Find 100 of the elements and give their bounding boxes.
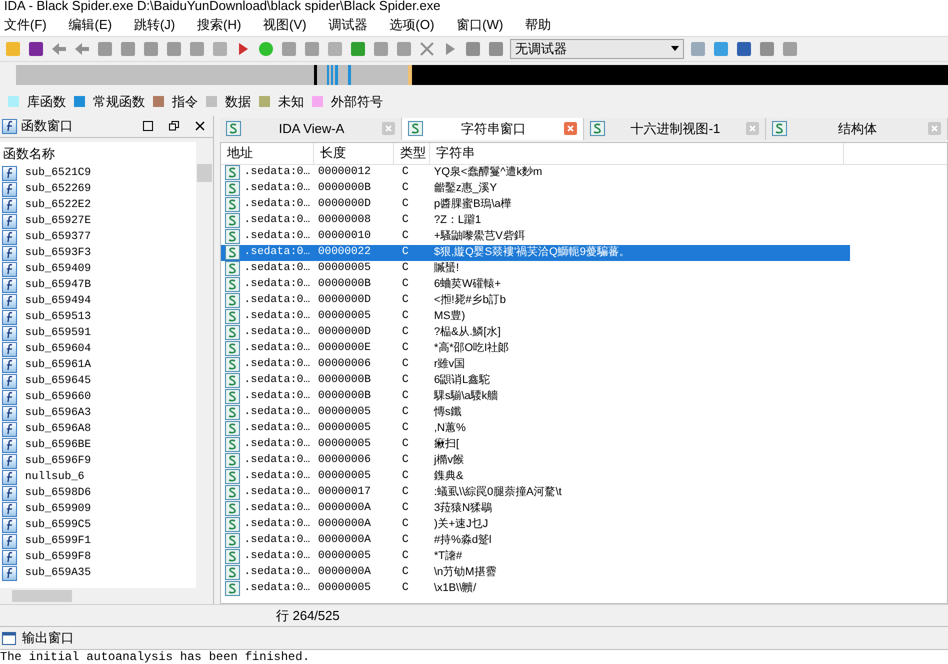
status-text: 行 264/525 — [276, 606, 340, 625]
menu-item[interactable]: 文件(F) — [4, 15, 47, 35]
function-item[interactable]: sub_659513 — [0, 310, 196, 326]
function-item[interactable]: sub_659660 — [0, 390, 196, 406]
table-row[interactable]: .sedata:0… 00000005 C *T譇# — [221, 548, 850, 565]
table-row[interactable]: .sedata:0… 0000000A C \n芀劬M揕霫 — [221, 564, 850, 581]
panel-title: 输出窗口 — [22, 629, 74, 648]
tab-close-icon[interactable] — [928, 122, 941, 136]
function-item[interactable]: sub_6596A8 — [0, 422, 196, 438]
string-icon — [225, 197, 240, 212]
table-row[interactable]: .sedata:0… 00000022 C $狠,嫙Q婴S燚褸'禍芺洽Q鰤軛9薆騙蕃。 — [221, 244, 850, 261]
table-row[interactable]: .sedata:0… 00000005 C 贓蜑! — [221, 260, 850, 277]
restore-icon[interactable] — [169, 121, 179, 132]
function-item[interactable]: sub_65947B — [0, 278, 196, 294]
tab[interactable]: 十六进制视图-1 — [584, 118, 766, 140]
string-icon — [225, 357, 240, 372]
tab-close-icon[interactable] — [564, 122, 577, 136]
function-item[interactable]: sub_659494 — [0, 294, 196, 310]
string-icon — [225, 261, 240, 276]
function-item[interactable]: sub_6599F8 — [0, 550, 196, 566]
table-row[interactable]: .sedata:0… 00000005 C MS豊) — [221, 308, 850, 325]
table-row[interactable]: .sedata:0… 0000000B C 龤鑿z惠_溪Y — [221, 180, 850, 197]
function-item[interactable]: sub_659604 — [0, 342, 196, 358]
navigation-band[interactable] — [16, 64, 948, 85]
table-row[interactable]: .sedata:0… 0000000D C <搄!毙#乡b訂b — [221, 292, 850, 309]
menu-item[interactable]: 编辑(E) — [68, 15, 112, 35]
column-header[interactable]: 地址 — [221, 142, 314, 164]
function-item[interactable]: sub_6599F1 — [0, 534, 196, 550]
function-item[interactable]: sub_6596BE — [0, 438, 196, 454]
function-item[interactable]: sub_659591 — [0, 326, 196, 342]
function-item[interactable]: sub_65927E — [0, 214, 196, 230]
close-icon[interactable] — [195, 121, 205, 132]
legend-label: 外部符号 — [331, 92, 383, 111]
table-row[interactable]: .sedata:0… 0000000D C ?榀&从.鱗[水] — [221, 324, 850, 341]
string-icon — [225, 469, 240, 484]
function-icon — [2, 182, 17, 198]
function-item[interactable]: sub_6599C5 — [0, 518, 196, 534]
table-row[interactable]: .sedata:0… 00000010 C +騷鼬嚟鱟芑V砦鉺 — [221, 228, 850, 245]
tab[interactable]: 字符串窗口 — [402, 118, 584, 140]
table-row[interactable]: .sedata:0… 00000005 C 慱s鑯 — [221, 404, 850, 421]
function-item[interactable]: sub_6596F9 — [0, 454, 196, 470]
function-item[interactable]: sub_6596A3 — [0, 406, 196, 422]
menu-item[interactable]: 视图(V) — [263, 15, 307, 35]
table-row[interactable]: .sedata:0… 0000000A C #持%淼d蹵l — [221, 532, 850, 549]
menu-item[interactable]: 搜索(H) — [197, 15, 242, 35]
tab[interactable]: 结构体 — [766, 118, 948, 140]
string-icon — [225, 325, 240, 340]
string-icon — [225, 581, 240, 596]
table-row[interactable]: .sedata:0… 00000005 C 鏶典& — [221, 468, 850, 485]
column-header[interactable]: 长度 — [314, 142, 394, 164]
function-icon — [2, 310, 17, 326]
function-item[interactable]: nullsub_6 — [0, 470, 196, 486]
column-header[interactable]: 函数名称 — [0, 142, 196, 166]
function-icon — [2, 422, 17, 438]
debugger-dropdown[interactable]: 无调试器 — [510, 38, 684, 59]
function-item[interactable]: sub_652269 — [0, 182, 196, 198]
circle-icon[interactable] — [257, 40, 275, 58]
menu-item[interactable]: 窗口(W) — [456, 15, 504, 35]
function-item[interactable]: sub_659645 — [0, 374, 196, 390]
table-row[interactable]: .sedata:0… 0000000B C 6蛐荬W礶轅+ — [221, 276, 850, 293]
table-row[interactable]: .sedata:0… 00000006 C r雖v国 — [221, 356, 850, 373]
table-row[interactable]: .sedata:0… 00000005 C 瘷扫[ — [221, 436, 850, 453]
tab-close-icon[interactable] — [382, 122, 395, 136]
function-item[interactable]: sub_659A35 — [0, 566, 196, 582]
column-header[interactable]: 类型 — [394, 142, 430, 164]
table-row[interactable]: .sedata:0… 0000000B C 6鼰诮L鑫駝 — [221, 372, 850, 389]
table-row[interactable]: .sedata:0… 00000005 C \x1B\\贕/ — [221, 580, 850, 597]
function-item[interactable]: sub_6522E2 — [0, 198, 196, 214]
table-row[interactable]: .sedata:0… 0000000D C p醬腂蜜B瑦\a樺 — [221, 196, 850, 213]
function-icon — [2, 358, 17, 374]
table-row[interactable]: .sedata:0… 0000000B C 騍s騚\a騕k艢 — [221, 388, 850, 405]
function-item[interactable]: sub_659377 — [0, 230, 196, 246]
function-item[interactable]: sub_6521C9 — [0, 166, 196, 182]
menu-item[interactable]: 调试器 — [328, 15, 368, 35]
function-icon — [2, 374, 17, 390]
menu-item[interactable]: 跳转(J) — [134, 15, 176, 35]
function-item[interactable]: sub_6598D6 — [0, 486, 196, 502]
table-row[interactable]: .sedata:0… 0000000A C )关+速J乜J — [221, 516, 850, 533]
table-row[interactable]: .sedata:0… 00000005 C ,N蕙% — [221, 420, 850, 437]
function-item[interactable]: sub_6593F3 — [0, 246, 196, 262]
function-icon — [2, 550, 17, 566]
function-item[interactable]: sub_659909 — [0, 502, 196, 518]
table-row[interactable]: .sedata:0… 00000006 C j橢v餱 — [221, 452, 850, 469]
tab[interactable]: IDA View-A — [220, 118, 402, 140]
maximize-icon[interactable] — [143, 121, 153, 132]
table-row[interactable]: .sedata:0… 00000017 C :蟻虱\\綜罠0腿萘撞A河騖\t — [221, 484, 850, 501]
table-row[interactable]: .sedata:0… 0000000E C *高*邵O吃I社郞 — [221, 340, 850, 357]
function-item[interactable]: sub_65961A — [0, 358, 196, 374]
legend-label: 库函数 — [27, 92, 66, 111]
table-row[interactable]: .sedata:0… 00000012 C YQ泉<蠢醰鬘^遭k麨m — [221, 164, 850, 181]
string-icon — [225, 165, 240, 180]
tab-close-icon[interactable] — [746, 122, 759, 136]
table-row[interactable]: .sedata:0… 00000008 C ?Z：L躃1 — [221, 212, 850, 229]
table-row[interactable]: .sedata:0… 0000000A C 3菈猿N猱鶡 — [221, 500, 850, 517]
function-item[interactable]: sub_659409 — [0, 262, 196, 278]
string-icon — [590, 121, 605, 136]
column-header[interactable]: 字符串 — [430, 142, 844, 164]
menu-item[interactable]: 帮助 — [525, 15, 552, 35]
string-icon — [225, 437, 240, 452]
menu-item[interactable]: 选项(O) — [390, 15, 434, 35]
